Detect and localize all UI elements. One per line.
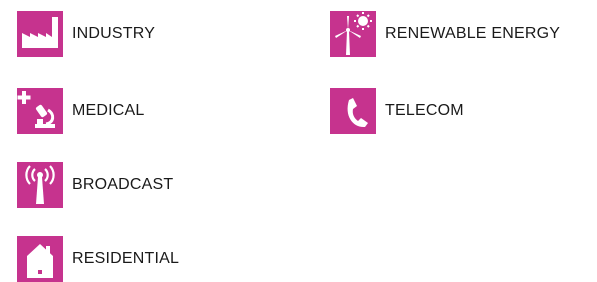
factory-icon <box>17 11 63 57</box>
telephone-handset-icon <box>330 88 376 134</box>
house-icon <box>17 236 63 282</box>
medical-microscope-icon <box>17 88 63 134</box>
sector-item-broadcast[interactable]: BROADCAST <box>17 162 173 208</box>
sector-label: INDUSTRY <box>72 25 156 42</box>
sector-item-residential[interactable]: RESIDENTIAL <box>17 236 179 282</box>
sector-item-industry[interactable]: INDUSTRY <box>17 11 155 57</box>
sector-item-renewable-energy[interactable]: RENEWABLE ENERGY <box>330 11 560 57</box>
sector-item-medical[interactable]: MEDICAL <box>17 88 145 134</box>
sector-label: TELECOM <box>385 102 464 119</box>
wind-turbine-sun-icon <box>330 11 376 57</box>
sector-label: RENEWABLE ENERGY <box>385 25 561 42</box>
sector-label: BROADCAST <box>72 176 174 193</box>
broadcast-antenna-icon <box>17 162 63 208</box>
sector-item-telecom[interactable]: TELECOM <box>330 88 464 134</box>
sector-label: RESIDENTIAL <box>72 250 180 267</box>
sector-label: MEDICAL <box>72 102 145 119</box>
